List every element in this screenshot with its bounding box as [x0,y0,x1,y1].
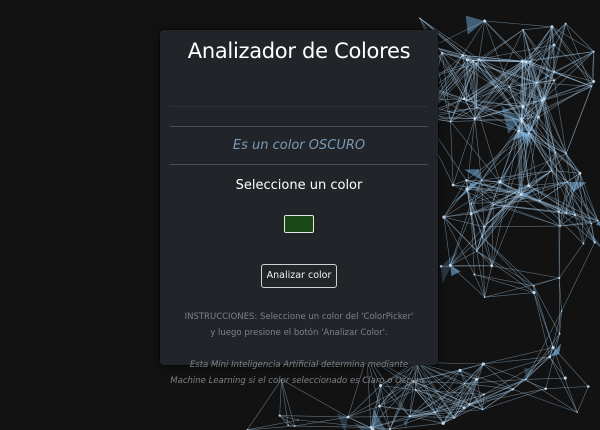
note-line-2: Machine Learning si el color seleccionad… [170,376,428,386]
instructions-line-1: INSTRUCCIONES: Seleccione un color del '… [184,312,414,322]
instructions-text: INSTRUCCIONES: Seleccione un color del '… [160,309,438,341]
description-note: Esta Mini Inteligencia Artificial determ… [160,357,438,389]
result-bottom-divider [170,164,428,165]
color-picker-label: Seleccione un color [235,178,363,193]
page-title: Analizador de Colores [187,39,411,63]
header-separator [170,106,428,107]
result-text: Es un color OSCURO [232,138,366,153]
instructions-line-2: y luego presione el botón 'Analizar Colo… [210,328,388,338]
note-line-1: Esta Mini Inteligencia Artificial determ… [189,360,409,370]
color-picker-input[interactable] [284,215,314,233]
color-analyzer-card: Analizador de Colores Es un color OSCURO… [160,30,438,386]
analyze-color-button[interactable]: Analizar color [261,264,337,288]
result-top-divider [170,126,428,127]
